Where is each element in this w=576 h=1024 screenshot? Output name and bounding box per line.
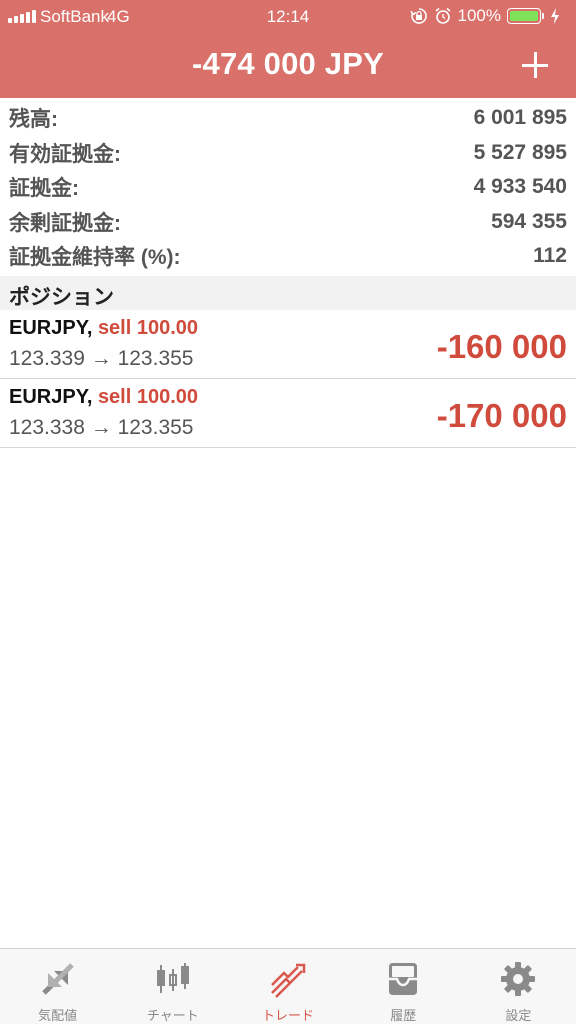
summary-label: 有効証拠金: [9,142,121,166]
position-row[interactable]: EURJPY, sell 100.00 123.338 → 123.355 -1… [0,379,576,448]
rotation-lock-icon [409,8,427,24]
alarm-icon [435,7,451,24]
tab-chart[interactable]: チャート [115,949,230,1024]
summary-row-balance: 残高: 6 001 895 [0,101,576,136]
position-symbol: EURJPY, [9,386,93,408]
summary-row-margin-level: 証拠金維持率 (%): 112 [0,239,576,274]
position-profit: -170 000 [436,397,567,434]
summary-value: 4 933 540 [473,175,567,199]
charging-icon [551,8,559,24]
summary-label: 残高: [9,108,58,132]
tab-label: 設定 [505,1008,532,1023]
position-header: EURJPY, sell 100.00 [9,386,198,409]
position-row[interactable]: EURJPY, sell 100.00 123.339 → 123.355 -1… [0,310,576,379]
add-order-button[interactable] [516,46,554,84]
position-profit: -160 000 [436,328,567,365]
tab-trade[interactable]: トレード [230,949,345,1024]
status-bar: SoftBank 4G 12:14 100% [0,0,576,34]
tab-history[interactable]: 履歴 [346,949,461,1024]
summary-value: 5 527 895 [473,140,567,164]
tab-label: 履歴 [390,1008,417,1023]
tab-label: トレード [262,1008,315,1023]
battery-icon [507,8,541,24]
summary-value: 6 001 895 [473,106,567,130]
summary-row-equity: 有効証拠金: 5 527 895 [0,136,576,171]
tab-settings[interactable]: 設定 [461,949,576,1024]
history-icon [389,963,418,995]
quotes-icon [41,963,74,995]
position-prices: 123.339 → 123.355 [9,347,194,370]
summary-row-free-margin: 余剰証拠金: 594 355 [0,205,576,240]
account-summary: 残高: 6 001 895 有効証拠金: 5 527 895 証拠金: 4 93… [0,101,576,274]
summary-label: 証拠金維持率 (%): [9,246,181,270]
status-right: 100% [409,6,560,26]
summary-label: 余剰証拠金: [9,211,121,235]
positions-section-header: ポジション [0,276,576,310]
tab-quotes[interactable]: 気配値 [0,949,115,1024]
summary-row-margin: 証拠金: 4 933 540 [0,170,576,205]
summary-value: 594 355 [491,209,567,233]
position-symbol: EURJPY, [9,317,93,339]
summary-value: 112 [533,244,567,268]
trade-icon [271,963,306,998]
position-side: sell 100.00 [97,386,199,408]
chart-icon [156,963,189,993]
tab-bar: 気配値 チャート トレード 履歴 設定 [0,948,576,1024]
settings-icon [501,962,536,996]
header-bar: SoftBank 4G 12:14 100% -474 000 JPY [0,0,576,98]
position-side: sell 100.00 [97,317,199,339]
tab-label: チャート [146,1008,199,1023]
position-prices: 123.338 → 123.355 [9,416,194,439]
battery-percent: 100% [457,6,501,25]
page-title: -474 000 JPY [192,46,384,81]
summary-label: 証拠金: [9,177,79,201]
positions-list: EURJPY, sell 100.00 123.339 → 123.355 -1… [0,310,576,448]
tab-label: 気配値 [38,1008,78,1023]
position-header: EURJPY, sell 100.00 [9,317,198,340]
